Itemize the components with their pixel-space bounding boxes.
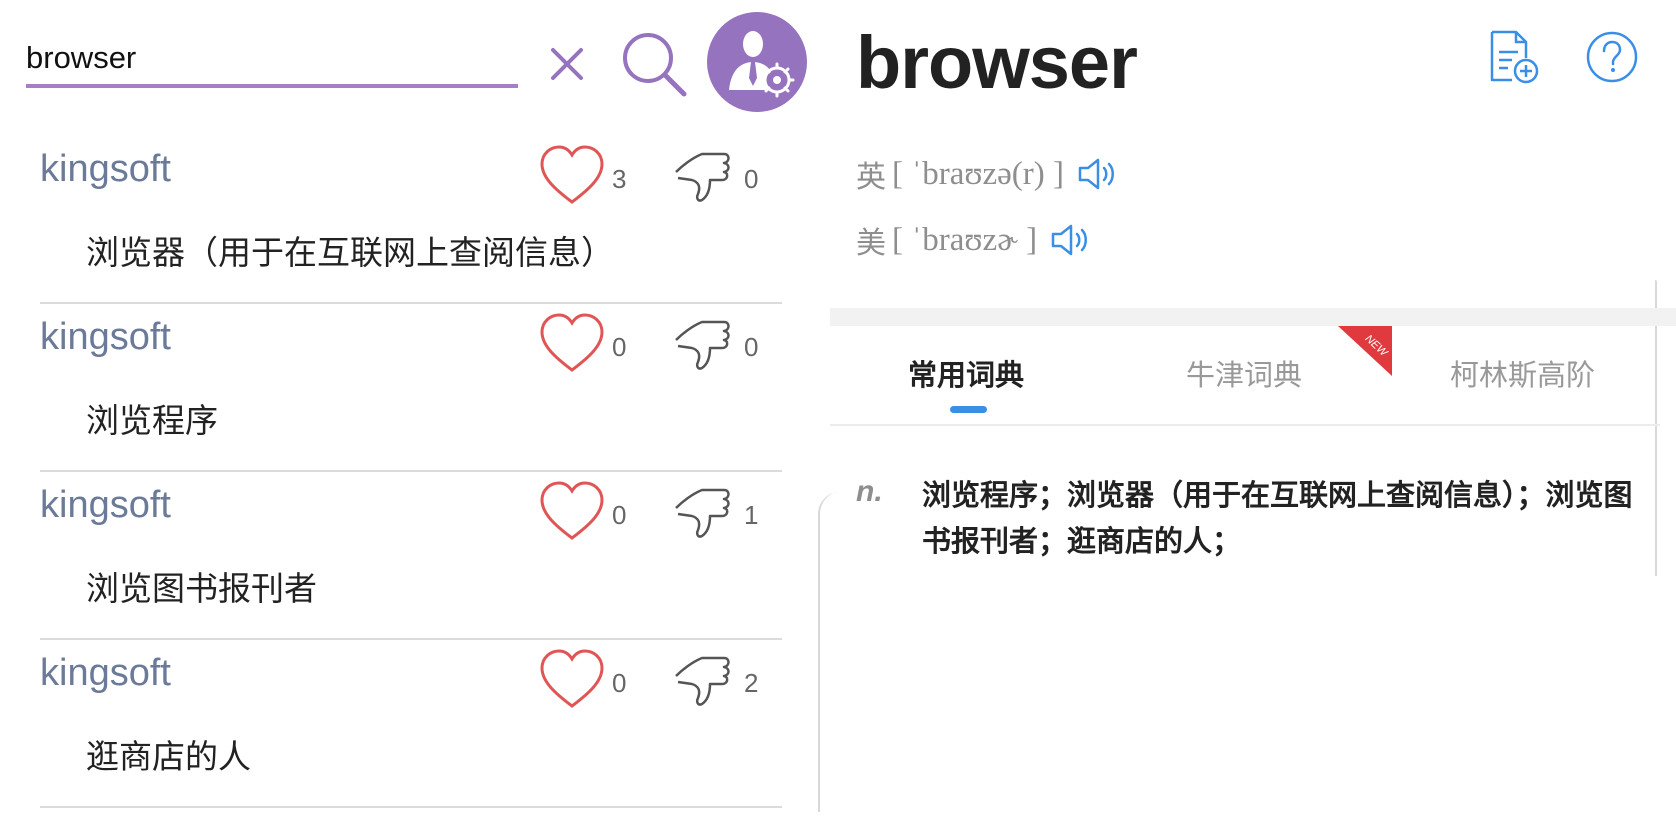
entry-meaning: 浏览程序	[86, 401, 218, 440]
list-item: kingsoft 0 2 逛商店的人	[40, 640, 782, 808]
part-of-speech: n.	[856, 475, 883, 508]
heart-icon[interactable]	[536, 142, 608, 208]
search-field[interactable]	[26, 30, 518, 88]
clear-icon[interactable]	[545, 42, 589, 86]
list-item: kingsoft 3 0 浏览器（用于在互联网上查阅信息）	[40, 136, 782, 304]
speaker-icon[interactable]	[1076, 156, 1118, 192]
headword: browser	[856, 21, 1138, 104]
dislike-count: 2	[744, 668, 759, 698]
active-tab-indicator	[950, 406, 987, 413]
tab-oxford-dictionary[interactable]: 牛津词典	[1186, 352, 1302, 394]
pronunciation-label: 美	[856, 226, 886, 261]
notes-add-icon[interactable]	[1488, 28, 1540, 86]
tabs-divider	[830, 424, 1660, 426]
dislike-count: 0	[744, 164, 759, 194]
thumbs-down-icon[interactable]	[672, 310, 740, 376]
account-settings-button[interactable]	[707, 12, 807, 112]
like-count: 3	[612, 164, 627, 194]
thumbs-down-icon[interactable]	[672, 478, 740, 544]
tab-common-dictionary[interactable]: 常用词典	[908, 352, 1024, 394]
entry-source: kingsoft	[40, 484, 171, 526]
list-item: kingsoft 0 0 浏览程序	[40, 304, 782, 472]
new-badge: NEW	[1338, 326, 1392, 376]
entry-source: kingsoft	[40, 316, 171, 358]
help-icon[interactable]	[1585, 30, 1639, 84]
like-count: 0	[612, 332, 627, 362]
entry-meaning: 逛商店的人	[86, 737, 251, 776]
dislike-count: 0	[744, 332, 759, 362]
like-count: 0	[612, 668, 627, 698]
pronunciation-us: 美 [ ˈbraʊzɚ ]	[856, 218, 1091, 262]
phonetic-text: [ ˈbraʊzə(r) ]	[892, 155, 1064, 192]
entry-source: kingsoft	[40, 652, 171, 694]
list-item: kingsoft 0 1 浏览图书报刊者	[40, 472, 782, 640]
entry-meaning: 浏览图书报刊者	[86, 569, 317, 608]
definition-text: 浏览程序；浏览器（用于在互联网上查阅信息）；浏览图书报刊者；逛商店的人；	[922, 478, 1633, 558]
heart-icon[interactable]	[536, 310, 608, 376]
thumbs-down-icon[interactable]	[672, 646, 740, 712]
heart-icon[interactable]	[536, 478, 608, 544]
tab-collins-dictionary[interactable]: 柯林斯高阶	[1450, 352, 1595, 394]
speaker-icon[interactable]	[1049, 222, 1091, 258]
like-count: 0	[612, 500, 627, 530]
search-icon[interactable]	[620, 30, 690, 100]
account-settings-icon	[729, 31, 795, 98]
heart-icon[interactable]	[536, 646, 608, 712]
pronunciation-uk: 英 [ ˈbraʊzə(r) ]	[856, 152, 1118, 196]
thumbs-down-icon[interactable]	[672, 142, 740, 208]
entry-meaning: 浏览器（用于在互联网上查阅信息）	[86, 233, 614, 272]
phonetic-text: [ ˈbraʊzɚ ]	[892, 221, 1038, 258]
pronunciation-label: 英	[856, 160, 886, 195]
search-input[interactable]	[26, 36, 506, 80]
tab-bar-background	[830, 308, 1676, 326]
entry-source: kingsoft	[40, 148, 171, 190]
dislike-count: 1	[744, 500, 759, 530]
